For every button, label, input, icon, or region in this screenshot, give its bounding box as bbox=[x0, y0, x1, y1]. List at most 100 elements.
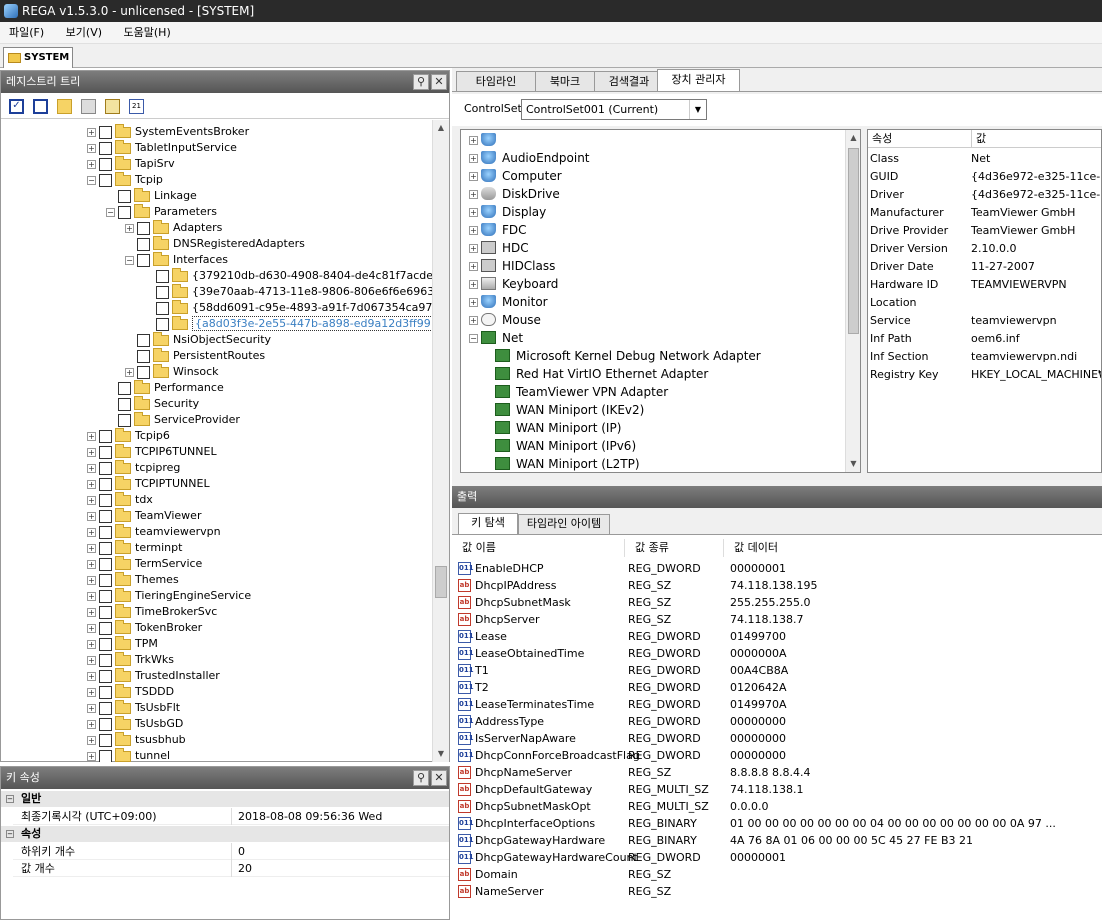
device-prop-row[interactable]: Driver Date 11-27-2007 bbox=[868, 258, 1101, 276]
device-prop-row[interactable]: Driver Version 2.10.0.0 bbox=[868, 240, 1101, 258]
tree-node[interactable]: + TCPIP6TUNNEL bbox=[87, 443, 217, 460]
node-checkbox[interactable] bbox=[156, 285, 169, 299]
node-checkbox[interactable] bbox=[137, 237, 150, 251]
value-row[interactable]: 011 LeaseTerminatesTime REG_DWORD 0149970A bbox=[452, 696, 1102, 713]
value-row[interactable]: ab DhcpSubnetMaskOpt REG_MULTI_SZ 0.0.0.0 bbox=[452, 798, 1102, 815]
value-row[interactable]: 011 IsServerNapAware REG_DWORD 00000000 bbox=[452, 730, 1102, 747]
expand-icon[interactable]: + bbox=[87, 655, 96, 665]
tree-node[interactable]: + TSDDD bbox=[87, 683, 174, 700]
expand-icon[interactable]: + bbox=[87, 751, 96, 761]
value-row[interactable]: ab DhcpNameServer REG_SZ 8.8.8.8 8.8.4.4 bbox=[452, 764, 1102, 781]
collapse-icon[interactable]: − bbox=[106, 207, 115, 217]
device-node[interactable]: + bbox=[469, 131, 502, 149]
tree-node[interactable]: + tsusbhub bbox=[87, 731, 186, 748]
expand-icon[interactable]: + bbox=[469, 172, 478, 181]
copy-icon[interactable] bbox=[81, 99, 96, 114]
tree-node[interactable]: + terminpt bbox=[87, 539, 182, 556]
device-node[interactable]: + HIDClass bbox=[469, 257, 555, 275]
node-checkbox[interactable] bbox=[99, 653, 112, 667]
prop-row[interactable]: 하위키 개수 0 bbox=[13, 843, 449, 860]
value-row[interactable]: ab DhcpDefaultGateway REG_MULTI_SZ 74.118.1… bbox=[452, 781, 1102, 798]
device-node[interactable]: Microsoft Kernel Debug Network Adapter bbox=[495, 347, 761, 365]
expand-icon[interactable]: + bbox=[87, 543, 96, 553]
device-node[interactable]: + Monitor bbox=[469, 293, 548, 311]
node-checkbox[interactable] bbox=[99, 445, 112, 459]
chevron-down-icon[interactable]: ▼ bbox=[689, 100, 706, 119]
expand-icon[interactable]: + bbox=[469, 280, 478, 289]
tree-node[interactable]: + teamviewervpn bbox=[87, 523, 221, 540]
close-icon[interactable]: ✕ bbox=[431, 74, 447, 90]
device-node[interactable]: WAN Miniport (IKEv2) bbox=[495, 401, 644, 419]
node-checkbox[interactable] bbox=[99, 621, 112, 635]
scroll-thumb[interactable] bbox=[435, 566, 447, 598]
value-row[interactable]: 011 AddressType REG_DWORD 00000000 bbox=[452, 713, 1102, 730]
tree-scrollbar[interactable]: ▲ ▼ bbox=[432, 120, 449, 762]
node-checkbox[interactable] bbox=[99, 461, 112, 475]
value-row[interactable]: ab DhcpIPAddress REG_SZ 74.118.138.195 bbox=[452, 577, 1102, 594]
tab-system[interactable]: SYSTEM bbox=[3, 47, 73, 68]
pin-icon[interactable]: ⚲ bbox=[413, 74, 429, 90]
expand-icon[interactable]: + bbox=[87, 719, 96, 729]
scroll-down-icon[interactable]: ▼ bbox=[433, 746, 449, 762]
device-prop-row[interactable]: Manufacturer TeamViewer GmbH bbox=[868, 204, 1101, 222]
tree-node[interactable]: + Tcpip6 bbox=[87, 427, 170, 444]
node-checkbox[interactable] bbox=[137, 349, 150, 363]
expand-icon[interactable]: + bbox=[469, 136, 478, 145]
node-checkbox[interactable] bbox=[99, 685, 112, 699]
node-checkbox[interactable] bbox=[99, 525, 112, 539]
collapse-icon[interactable]: − bbox=[469, 334, 478, 343]
header-value-data[interactable]: 값 데이터 bbox=[723, 539, 1102, 557]
expand-icon[interactable]: + bbox=[87, 735, 96, 745]
tree-node[interactable]: {a8d03f3e-2e55-447b-a898-ed9a12d3ff99} bbox=[144, 315, 432, 332]
value-row[interactable]: ab DhcpSubnetMask REG_SZ 255.255.255.0 bbox=[452, 594, 1102, 611]
tab-key-explore[interactable]: 키 탐색 bbox=[458, 513, 518, 534]
node-checkbox[interactable] bbox=[99, 141, 112, 155]
controlset-select[interactable]: ControlSet001 (Current) ▼ bbox=[521, 99, 707, 120]
value-row[interactable]: ab NameServer REG_SZ bbox=[452, 883, 1102, 900]
node-checkbox[interactable] bbox=[137, 333, 150, 347]
node-checkbox[interactable] bbox=[99, 733, 112, 747]
node-checkbox[interactable] bbox=[99, 637, 112, 651]
node-checkbox[interactable] bbox=[99, 605, 112, 619]
collapse-icon[interactable]: − bbox=[6, 830, 14, 838]
node-checkbox[interactable] bbox=[99, 749, 112, 762]
device-tree-scrollbar[interactable]: ▲ ▼ bbox=[845, 130, 860, 472]
expand-icon[interactable]: + bbox=[87, 447, 96, 457]
node-checkbox[interactable] bbox=[99, 125, 112, 139]
device-prop-row[interactable]: Inf Section teamviewervpn.ndi bbox=[868, 348, 1101, 366]
tree-node[interactable]: − Parameters bbox=[106, 203, 217, 220]
menu-help[interactable]: 도움말(H) bbox=[115, 22, 180, 44]
tree-node[interactable]: + TapiSrv bbox=[87, 155, 175, 172]
node-checkbox[interactable] bbox=[118, 189, 131, 203]
node-checkbox[interactable] bbox=[99, 157, 112, 171]
node-checkbox[interactable] bbox=[137, 221, 150, 235]
group-general[interactable]: − 일반 bbox=[1, 791, 449, 807]
node-checkbox[interactable] bbox=[118, 381, 131, 395]
tab-timeline[interactable]: 타임라인 bbox=[456, 71, 536, 92]
edit-icon[interactable] bbox=[105, 99, 120, 114]
device-prop-row[interactable]: Class Net bbox=[868, 150, 1101, 168]
tree-node[interactable]: + TeamViewer bbox=[87, 507, 201, 524]
close-icon[interactable]: ✕ bbox=[431, 770, 447, 786]
node-checkbox[interactable] bbox=[118, 413, 131, 427]
value-row[interactable]: 011 T2 REG_DWORD 0120642A bbox=[452, 679, 1102, 696]
expand-icon[interactable]: + bbox=[469, 262, 478, 271]
tree-node[interactable]: + TPM bbox=[87, 635, 158, 652]
tree-node[interactable]: − Tcpip bbox=[87, 171, 163, 188]
tree-node[interactable]: Security bbox=[106, 395, 199, 412]
tree-node[interactable]: + TabletInputService bbox=[87, 139, 237, 156]
expand-icon[interactable]: + bbox=[87, 431, 96, 441]
expand-icon[interactable]: + bbox=[87, 607, 96, 617]
node-checkbox[interactable] bbox=[156, 317, 169, 331]
pin-icon[interactable]: ⚲ bbox=[413, 770, 429, 786]
group-properties[interactable]: − 속성 bbox=[1, 826, 449, 842]
tree-node[interactable]: + TCPIPTUNNEL bbox=[87, 475, 210, 492]
device-node[interactable]: + DiskDrive bbox=[469, 185, 560, 203]
header-value-type[interactable]: 값 종류 bbox=[624, 539, 722, 557]
value-row[interactable]: 011 LeaseObtainedTime REG_DWORD 0000000A bbox=[452, 645, 1102, 662]
value-row[interactable]: 011 EnableDHCP REG_DWORD 00000001 bbox=[452, 560, 1102, 577]
value-row[interactable]: 011 DhcpGatewayHardwareCount REG_DWORD 0000… bbox=[452, 849, 1102, 866]
expand-icon[interactable]: + bbox=[87, 495, 96, 505]
folder-open-icon[interactable] bbox=[57, 99, 72, 114]
value-row[interactable]: ab DhcpServer REG_SZ 74.118.138.7 bbox=[452, 611, 1102, 628]
